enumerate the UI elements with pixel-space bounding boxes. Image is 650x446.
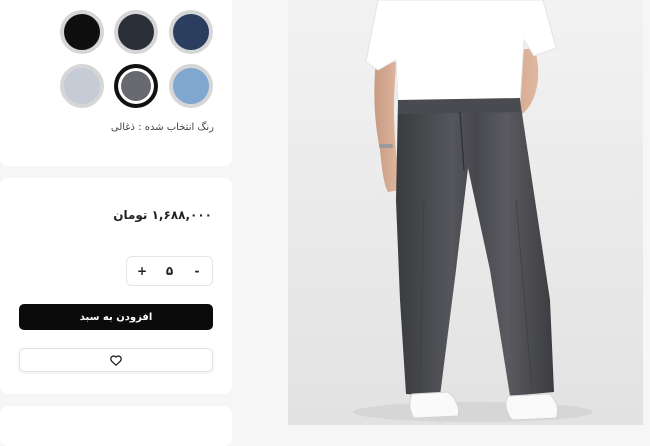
color-swatch-dark-gray[interactable] [114,64,158,108]
color-swatch-black[interactable] [60,10,104,54]
purchase-panel: ۱,۶۸۸,۰۰۰ تومان + ۵ - افزودن به سبد [0,178,232,394]
product-image[interactable] [288,0,643,425]
color-swatch-light-blue[interactable] [169,64,213,108]
color-selection-panel: رنگ انتخاب شده : ذغالی [0,0,232,166]
color-swatch-navy[interactable] [169,10,213,54]
add-to-cart-label: افزودن به سبد [79,311,153,323]
increase-quantity-button[interactable]: + [135,264,149,278]
next-section-panel [0,406,232,446]
color-swatch-light-gray[interactable] [60,64,104,108]
quantity-value: ۵ [165,264,174,278]
model-illustration [288,0,643,425]
quantity-stepper: + ۵ - [126,256,213,286]
selected-color-label: رنگ انتخاب شده : ذغالی [110,122,214,133]
decrease-quantity-button[interactable]: - [190,264,204,278]
product-price: ۱,۶۸۸,۰۰۰ تومان [113,208,212,222]
heart-icon [110,354,122,366]
add-to-cart-button[interactable]: افزودن به سبد [19,304,213,330]
color-swatch-charcoal[interactable] [114,10,158,54]
wishlist-button[interactable] [19,348,213,372]
